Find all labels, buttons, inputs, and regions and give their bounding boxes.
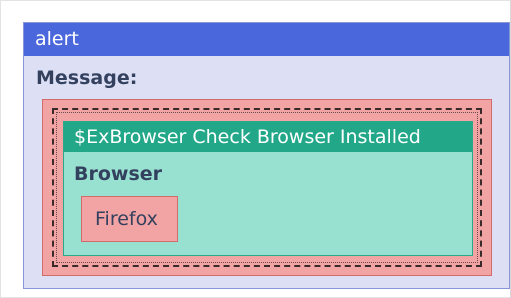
check-browser-installed-header[interactable]: $ExBrowser Check Browser Installed bbox=[64, 122, 472, 152]
alert-block[interactable]: alert Message: $ExBrowser Check Browser … bbox=[23, 22, 510, 289]
message-input-label: Message: bbox=[36, 67, 138, 89]
browser-input-label: Browser bbox=[74, 163, 163, 185]
browser-input-value[interactable]: Firefox bbox=[95, 208, 158, 230]
browser-input-slot[interactable]: Firefox bbox=[81, 196, 178, 242]
message-input-slot[interactable]: $ExBrowser Check Browser Installed Brows… bbox=[42, 99, 492, 276]
canvas-frame: alert Message: $ExBrowser Check Browser … bbox=[0, 0, 511, 298]
alert-block-header[interactable]: alert bbox=[24, 23, 509, 56]
check-browser-installed-block[interactable]: $ExBrowser Check Browser Installed Brows… bbox=[63, 121, 473, 256]
